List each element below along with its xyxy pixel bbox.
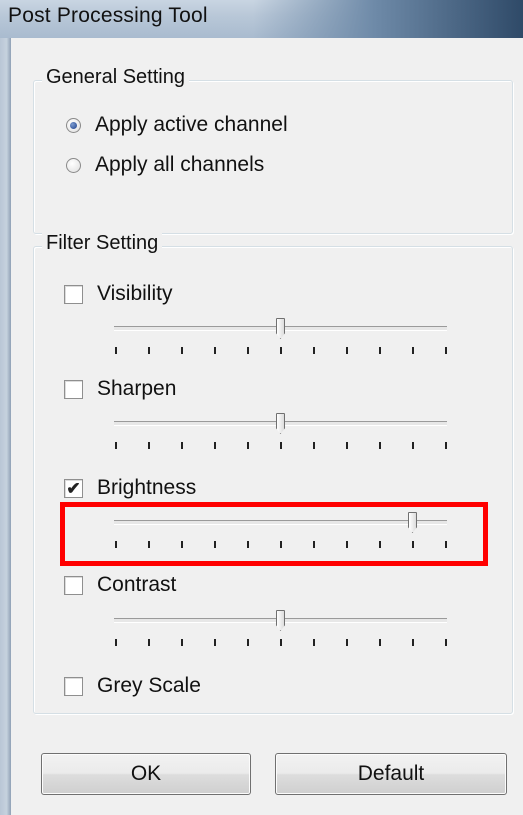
slider-tick — [445, 442, 447, 449]
slider-tick — [115, 347, 117, 354]
slider-tick — [379, 541, 381, 548]
window-title: Post Processing Tool — [8, 4, 208, 27]
slider-tick — [115, 442, 117, 449]
slider-tick — [313, 442, 315, 449]
checkbox-visibility[interactable]: Visibility — [64, 282, 172, 306]
checkbox-contrast[interactable]: Contrast — [64, 573, 176, 597]
slider-tick — [280, 541, 282, 548]
slider-tick — [280, 639, 282, 646]
window-frame-left — [0, 38, 11, 815]
slider-tick — [247, 639, 249, 646]
radio-button-selected[interactable] — [66, 117, 81, 133]
slider-tick — [181, 541, 183, 548]
slider-tick — [412, 347, 414, 354]
checkbox-grey-scale[interactable]: Grey Scale — [64, 674, 201, 698]
slider-tick — [148, 639, 150, 646]
checkbox-box-checked[interactable]: ✔ — [64, 478, 83, 498]
slider-thumb[interactable] — [276, 413, 285, 434]
default-button[interactable]: Default — [275, 753, 507, 795]
slider-tick — [346, 541, 348, 548]
slider-tick — [445, 639, 447, 646]
slider-tick — [346, 442, 348, 449]
slider-tick — [379, 347, 381, 354]
title-bar-fade — [253, 0, 523, 38]
general-setting-legend: General Setting — [42, 66, 189, 89]
slider-tick — [313, 639, 315, 646]
slider-tick — [412, 541, 414, 548]
slider-tick — [412, 639, 414, 646]
checkbox-label: Visibility — [97, 282, 173, 305]
radio-label: Apply all channels — [95, 153, 265, 176]
checkbox-brightness[interactable]: ✔ Brightness — [64, 476, 196, 500]
slider-thumb[interactable] — [276, 610, 285, 631]
slider-tick — [445, 541, 447, 548]
slider-tick — [247, 347, 249, 354]
slider-tick — [181, 347, 183, 354]
ok-button[interactable]: OK — [41, 753, 251, 795]
slider-thumb[interactable] — [408, 512, 417, 533]
slider-tick — [214, 442, 216, 449]
slider-tick — [214, 347, 216, 354]
slider-track[interactable] — [114, 520, 447, 525]
slider-tick — [115, 639, 117, 646]
slider-tick — [379, 442, 381, 449]
slider-tick — [445, 347, 447, 354]
brightness-slider[interactable] — [109, 512, 449, 551]
slider-tick — [148, 347, 150, 354]
slider-tick — [115, 541, 117, 548]
radio-button[interactable] — [66, 157, 81, 173]
contrast-slider[interactable] — [109, 610, 449, 649]
checkbox-label: Contrast — [97, 573, 177, 596]
checkbox-sharpen[interactable]: Sharpen — [64, 377, 176, 401]
checkbox-box[interactable] — [64, 676, 83, 696]
slider-tick — [181, 639, 183, 646]
checkbox-box[interactable] — [64, 379, 83, 399]
slider-tick — [313, 541, 315, 548]
slider-tick — [214, 541, 216, 548]
slider-thumb[interactable] — [276, 318, 285, 339]
slider-tick — [181, 442, 183, 449]
checkbox-label: Grey Scale — [97, 674, 201, 697]
slider-tick — [148, 442, 150, 449]
title-bar[interactable]: Post Processing Tool — [0, 0, 523, 38]
checkbox-label: Sharpen — [97, 377, 177, 400]
checkbox-box[interactable] — [64, 284, 83, 304]
slider-tick — [280, 442, 282, 449]
slider-tick — [148, 541, 150, 548]
dialog-client-area: General Setting Apply active channel App… — [11, 38, 523, 815]
radio-label: Apply active channel — [95, 113, 288, 136]
slider-tick — [247, 541, 249, 548]
slider-tick — [379, 639, 381, 646]
slider-tick — [214, 639, 216, 646]
visibility-slider[interactable] — [109, 318, 449, 357]
filter-setting-legend: Filter Setting — [42, 232, 163, 255]
slider-tick — [346, 639, 348, 646]
checkbox-box[interactable] — [64, 575, 83, 595]
radio-apply-active-channel[interactable]: Apply active channel — [66, 113, 288, 137]
slider-tick — [313, 347, 315, 354]
sharpen-slider[interactable] — [109, 413, 449, 452]
slider-tick — [280, 347, 282, 354]
radio-apply-all-channels[interactable]: Apply all channels — [66, 153, 264, 177]
slider-tick — [247, 442, 249, 449]
checkbox-label: Brightness — [97, 476, 197, 499]
slider-tick — [412, 442, 414, 449]
slider-tick — [346, 347, 348, 354]
